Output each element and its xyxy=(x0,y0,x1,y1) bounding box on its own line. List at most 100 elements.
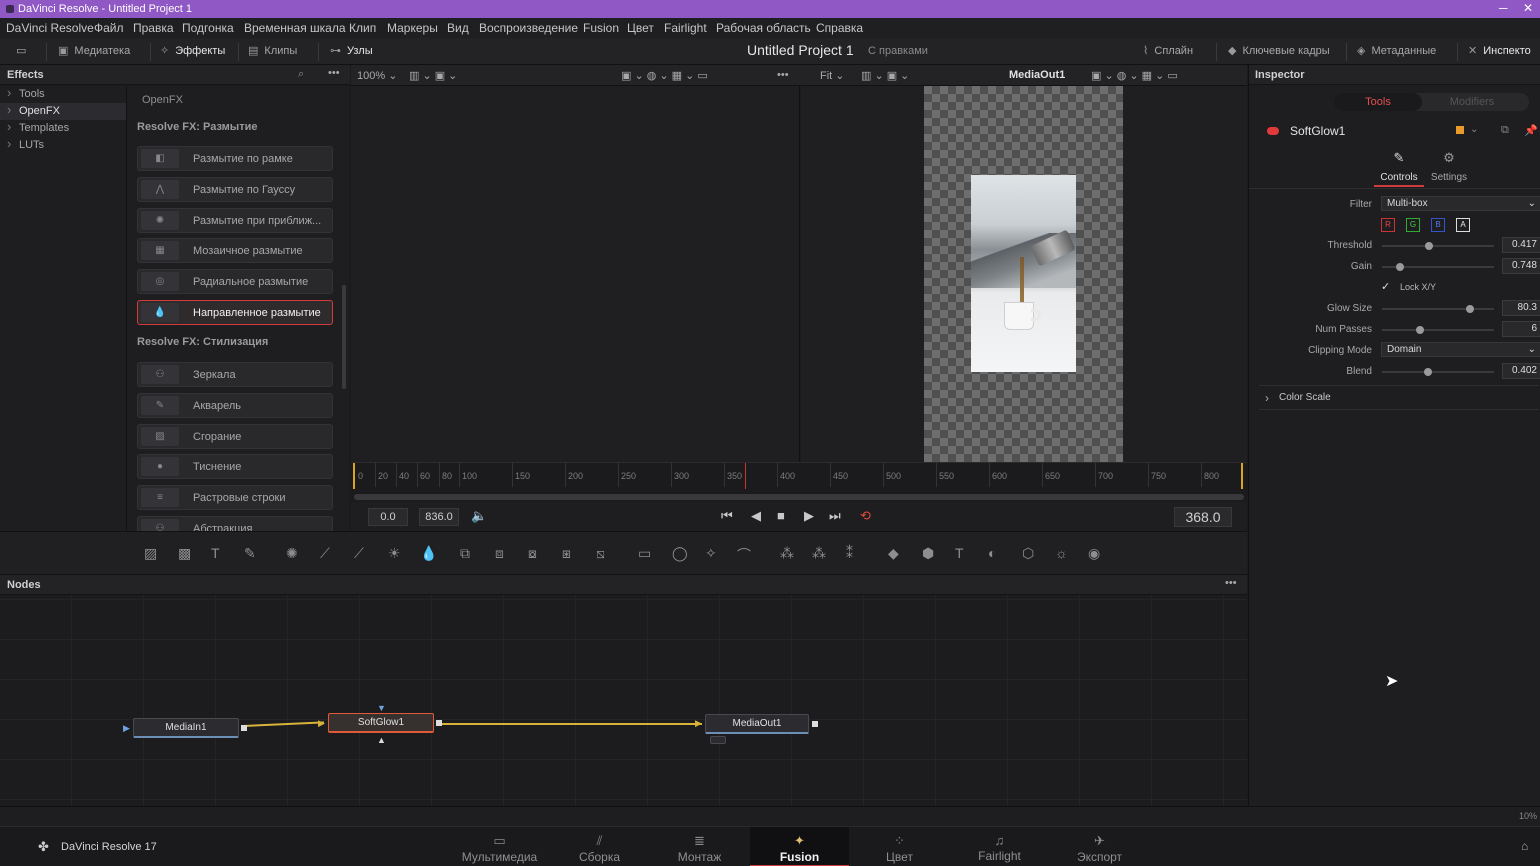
timeline-ruler[interactable]: 0 20 40 60 80 100 150 200 250 300 350 40… xyxy=(351,462,1247,489)
threshold-value[interactable]: 0.417 xyxy=(1502,237,1540,253)
output-port[interactable] xyxy=(241,725,247,731)
subtab-controls[interactable]: ✎ Controls xyxy=(1374,150,1424,187)
playhead[interactable] xyxy=(745,463,746,489)
layout-icon[interactable]: ▥ ⌄ ▣ ⌄ xyxy=(861,69,909,82)
glow-size-value[interactable]: 80.3 xyxy=(1502,300,1540,316)
tree-item-tools[interactable]: Tools xyxy=(0,85,126,103)
node-softglow[interactable]: SoftGlow1 xyxy=(328,713,434,733)
page-deliver[interactable]: ✈ Экспорт xyxy=(1050,827,1149,866)
particle-merge-icon[interactable]: ⁑ xyxy=(846,545,853,562)
menu-davinci[interactable]: DaVinci Resolve xyxy=(6,21,94,35)
connection-wire[interactable] xyxy=(440,723,702,725)
right-viewer[interactable] xyxy=(801,86,1247,462)
connection-wire[interactable] xyxy=(243,721,324,727)
tab-modifiers[interactable]: Modifiers xyxy=(1428,93,1516,111)
fx-item[interactable]: ▦ Мозаичное размытие xyxy=(137,238,333,263)
emitter-tool-icon[interactable]: ⁂ xyxy=(780,545,794,562)
media-pool-button[interactable]: ▣ Медиатека xyxy=(58,44,130,57)
more-options-icon[interactable]: ••• xyxy=(1225,577,1237,589)
shape-3d-icon[interactable]: ◆ xyxy=(888,545,899,562)
merge-3d-icon[interactable]: ⬢ xyxy=(922,545,934,562)
page-edit[interactable]: ≣ Монтаж xyxy=(650,827,749,866)
audio-icon[interactable]: 🔈 xyxy=(471,508,487,524)
collapse-icon[interactable]: ⧉ xyxy=(1501,124,1509,137)
channel-g-toggle[interactable]: G xyxy=(1406,218,1420,232)
view-options-icon[interactable]: ▣ ⌄ ◍ ⌄ ▦ ⌄ ▭ xyxy=(621,69,708,82)
channel-b-toggle[interactable]: B xyxy=(1431,218,1445,232)
fx-item[interactable]: ⚇ Зеркала xyxy=(137,362,333,387)
render-start-field[interactable]: 0.0 xyxy=(368,508,408,526)
glow-size-slider[interactable] xyxy=(1382,305,1494,313)
close-icon[interactable]: ✕ xyxy=(1523,1,1533,15)
clips-button[interactable]: ▤ Клипы xyxy=(248,44,297,57)
menu-file[interactable]: Файл xyxy=(94,21,124,35)
background-tool-icon[interactable]: ▨ xyxy=(144,545,157,562)
tool-enable-toggle[interactable] xyxy=(1267,127,1279,135)
filter-dropdown[interactable]: Multi-box ⌄ xyxy=(1381,196,1540,211)
num-passes-value[interactable]: 6 xyxy=(1502,321,1540,337)
num-passes-slider[interactable] xyxy=(1382,326,1494,334)
play-icon[interactable]: ▶ xyxy=(804,508,814,524)
merge-tool-icon[interactable]: ⧉ xyxy=(460,545,470,562)
search-icon[interactable]: ⌕ xyxy=(298,68,304,81)
menu-clip[interactable]: Клип xyxy=(349,21,376,35)
fx-item-selected[interactable]: 💧 Направленное размытие xyxy=(137,300,333,325)
effects-scrollbar[interactable] xyxy=(342,285,346,389)
chevron-down-icon[interactable]: ⌄ xyxy=(1470,124,1478,135)
minimize-icon[interactable]: ─ xyxy=(1499,1,1508,15)
particle-render-icon[interactable]: ⁂ xyxy=(812,545,826,562)
stop-icon[interactable]: ■ xyxy=(777,508,785,523)
output-port[interactable] xyxy=(812,721,818,727)
menu-trim[interactable]: Подгонка xyxy=(182,21,234,35)
inspector-button[interactable]: ✕ Инспекто xyxy=(1468,44,1531,57)
fx-item[interactable]: ● Тиснение xyxy=(137,454,333,479)
slider-knob[interactable] xyxy=(1466,305,1474,313)
fx-item[interactable]: ⋀ Размытие по Гауссу xyxy=(137,177,333,202)
spline-button[interactable]: ⌇ Сплайн xyxy=(1143,44,1193,57)
node-preview-toggle[interactable] xyxy=(710,736,726,744)
fx-item[interactable]: ◎ Радиальное размытие xyxy=(137,269,333,294)
particles-tool-icon[interactable]: ✺ xyxy=(286,545,298,562)
play-reverse-icon[interactable]: ◀ xyxy=(751,508,761,524)
loop-icon[interactable]: ⟲ xyxy=(860,508,871,524)
color-correct-tool-icon[interactable]: ⟋ xyxy=(354,545,364,562)
channel-a-toggle[interactable]: A xyxy=(1456,218,1470,232)
menu-timeline[interactable]: Временная шкала xyxy=(244,21,346,35)
page-fairlight[interactable]: ♫ Fairlight xyxy=(950,827,1049,866)
effects-button[interactable]: ✧ Эффекты xyxy=(160,44,225,57)
transform-tool-icon[interactable]: ⧆ xyxy=(562,545,571,562)
more-options-icon[interactable]: ••• xyxy=(777,69,789,81)
menu-workspace[interactable]: Рабочая область xyxy=(716,21,811,35)
blend-value[interactable]: 0.402 xyxy=(1502,363,1540,379)
tree-item-openfx[interactable]: OpenFX xyxy=(0,102,126,120)
slider-knob[interactable] xyxy=(1424,368,1432,376)
node-mediaout[interactable]: MediaOut1 xyxy=(705,714,809,734)
page-fusion[interactable]: ✦ Fusion xyxy=(750,827,849,866)
paint-tool-icon[interactable]: ✎ xyxy=(244,545,256,562)
slider-knob[interactable] xyxy=(1396,263,1404,271)
menu-color[interactable]: Цвет xyxy=(627,21,654,35)
timeline-scrollbar[interactable] xyxy=(354,494,1244,500)
fx-item[interactable]: ✎ Акварель xyxy=(137,393,333,418)
metadata-button[interactable]: ◈ Метаданные xyxy=(1357,44,1436,57)
menu-fusion[interactable]: Fusion xyxy=(583,21,619,35)
effect-mask-input-icon[interactable]: ▼ xyxy=(377,703,386,713)
render-3d-icon[interactable]: ◉ xyxy=(1088,545,1100,562)
lock-xy-checkbox[interactable]: ✓ xyxy=(1381,280,1390,293)
fx-item[interactable]: ⚇ Абстракция xyxy=(137,516,333,531)
node-editor[interactable]: ▶ MediaIn1 ▶ ▼ SoftGlow1 ▲ ▶ MediaOut1 xyxy=(0,595,1247,806)
blur-tool-icon[interactable]: 💧 xyxy=(420,545,437,562)
tab-tools[interactable]: Tools xyxy=(1334,93,1422,111)
node-mediain[interactable]: MediaIn1 xyxy=(133,718,239,738)
ellipse-mask-icon[interactable]: ◯ xyxy=(672,545,688,562)
menu-fairlight[interactable]: Fairlight xyxy=(664,21,707,35)
skip-to-end-icon[interactable]: ⏭ xyxy=(829,508,841,524)
channel-tool-icon[interactable]: ⧅ xyxy=(596,545,605,562)
menu-view[interactable]: Вид xyxy=(447,21,469,35)
glow-mask-input-icon[interactable]: ▲ xyxy=(377,735,386,745)
view-options-icon[interactable]: ▣ ⌄ ◍ ⌄ ▦ ⌄ ▭ xyxy=(1091,69,1178,82)
camera-3d-icon[interactable]: ◐ xyxy=(988,545,996,561)
rectangle-mask-icon[interactable]: ▭ xyxy=(638,545,651,562)
pin-icon[interactable]: 📌 xyxy=(1524,124,1538,137)
brightness-tool-icon[interactable]: ☀ xyxy=(388,545,401,562)
